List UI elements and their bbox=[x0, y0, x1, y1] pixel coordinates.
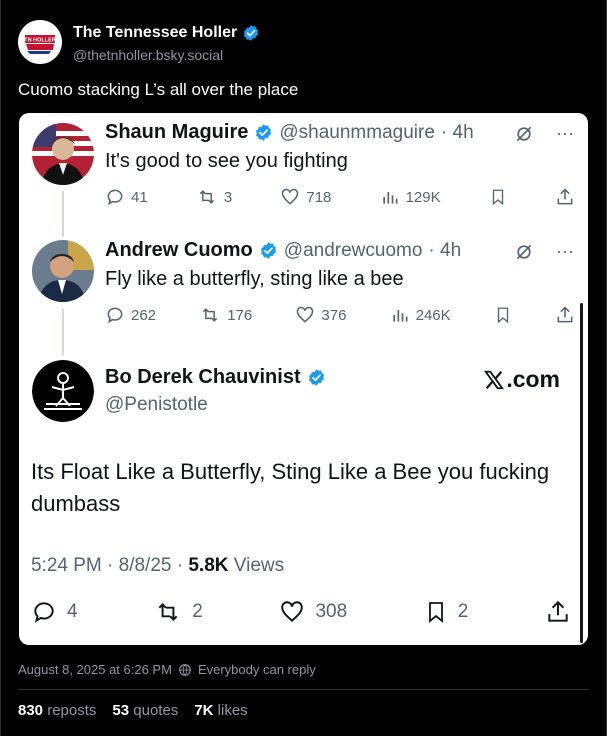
reposts-stat[interactable]: 830 reposts bbox=[18, 702, 96, 719]
repost-icon bbox=[203, 308, 218, 322]
heart-icon bbox=[282, 188, 299, 205]
verified-badge-icon bbox=[308, 369, 324, 386]
likes-stat[interactable]: 7K likes bbox=[194, 702, 247, 719]
more-icon: ··· bbox=[556, 123, 574, 143]
quote-views-count: 5.8K bbox=[188, 555, 229, 576]
reply-icon bbox=[34, 602, 54, 623]
bookmark-icon bbox=[428, 602, 443, 623]
tweet1-topright: ··· bbox=[514, 123, 574, 144]
reply-setting: Everybody can reply bbox=[197, 662, 316, 677]
bo-derek-chauvinist-avatar bbox=[32, 360, 94, 422]
tweet1-name: Shaun Maguire bbox=[105, 121, 249, 143]
tweet1-reply: 41 bbox=[105, 187, 148, 207]
quote-header: Bo Derek Chauvinist bbox=[105, 366, 326, 389]
divider bbox=[18, 689, 589, 690]
quote-share bbox=[545, 599, 571, 625]
bookmark-icon bbox=[497, 307, 509, 324]
tweet1-share bbox=[555, 187, 575, 207]
repost-icon bbox=[158, 603, 178, 621]
tweet2-topright: ··· bbox=[514, 241, 574, 262]
tn-holler-logo: TN HOLLER bbox=[18, 20, 62, 64]
quote-views-label: Views bbox=[228, 555, 285, 576]
quote-actions: 4 2 308 2 bbox=[31, 599, 571, 625]
tweet2-handle: @andrewcuomo bbox=[283, 239, 423, 261]
quote-repost: 2 bbox=[154, 599, 203, 625]
quote-reply: 4 bbox=[31, 599, 78, 625]
screenshot-scrollbar bbox=[580, 303, 583, 643]
andrew-cuomo-avatar bbox=[32, 240, 94, 302]
shaun-maguire-avatar bbox=[32, 123, 94, 185]
heart-icon bbox=[297, 306, 314, 323]
tweet2-like: 376 bbox=[295, 305, 346, 325]
tweet1-handle: @shaunmmaguire bbox=[279, 121, 435, 143]
quote-bookmark: 2 bbox=[424, 599, 468, 625]
svg-text:TN HOLLER: TN HOLLER bbox=[24, 38, 55, 44]
tweet2-reply: 262 bbox=[105, 305, 156, 325]
post-text: Cuomo stacking L’s all over the place bbox=[18, 80, 299, 99]
reply-icon bbox=[107, 307, 123, 324]
tweet1-header: Shaun Maguire @shaunmmaguire · 4h bbox=[105, 121, 474, 144]
quote-meta: 5:24 PM · 8/8/25 · 5.8K Views bbox=[31, 555, 284, 577]
repost-icon bbox=[199, 190, 215, 204]
quote-time: 5:24 PM · 8/8/25 · bbox=[31, 555, 189, 576]
tweet2-name: Andrew Cuomo bbox=[105, 239, 253, 261]
views-icon bbox=[392, 310, 408, 322]
bookmark-icon bbox=[492, 189, 503, 206]
tweet2-actions: 262 176 376 246K bbox=[105, 305, 575, 325]
author-avatar[interactable]: TN HOLLER bbox=[18, 20, 62, 64]
grok-icon bbox=[516, 126, 532, 141]
tweet1-time: · 4h bbox=[440, 121, 474, 143]
x-logo-icon bbox=[484, 370, 505, 389]
heart-icon bbox=[281, 601, 304, 622]
engagement-stats: 830 reposts 53 quotes 7K likes bbox=[18, 702, 248, 719]
views-icon bbox=[382, 192, 398, 204]
tweet2-text: Fly like a butterfly, sting like a bee bbox=[105, 268, 404, 290]
reply-icon bbox=[107, 189, 123, 206]
author-name[interactable]: The Tennessee Holler bbox=[73, 24, 237, 42]
share-icon bbox=[557, 306, 573, 323]
more-icon: ··· bbox=[556, 241, 574, 261]
quote-like: 308 bbox=[279, 599, 347, 625]
quote-handle: @Penistotle bbox=[105, 394, 208, 415]
thread-line bbox=[62, 309, 64, 355]
author-name-row[interactable]: The Tennessee Holler bbox=[73, 24, 260, 42]
quote-body: Its Float Like a Butterfly, Sting Like a… bbox=[31, 459, 550, 516]
tweet2-share bbox=[555, 305, 575, 325]
globe-reply-icon bbox=[179, 663, 191, 676]
tweet2-repost: 176 bbox=[199, 305, 252, 325]
x-com-text: .com bbox=[506, 366, 560, 392]
post-container: TN HOLLER The Tennessee Holler @thetnhol… bbox=[0, 0, 607, 736]
verified-badge-icon bbox=[260, 242, 276, 259]
tweet2-time: · 4h bbox=[428, 239, 462, 261]
verified-badge-icon bbox=[244, 25, 259, 41]
post-meta: August 8, 2025 at 6:26 PM Everybody can … bbox=[18, 662, 316, 677]
share-icon bbox=[548, 600, 568, 622]
tweet2-views: 246K bbox=[390, 305, 451, 325]
author-handle[interactable]: @thetnholler.bsky.social bbox=[73, 47, 223, 63]
quote-name: Bo Derek Chauvinist bbox=[105, 366, 301, 388]
thread-line bbox=[62, 191, 64, 237]
tweet1-repost: 3 bbox=[196, 187, 232, 207]
tweet2-bookmark bbox=[494, 305, 512, 325]
tweet1-views: 129K bbox=[380, 187, 441, 207]
x-com-watermark: .com bbox=[483, 366, 560, 393]
tweet1-text: It's good to see you fighting bbox=[105, 150, 348, 172]
tweet1-bookmark bbox=[489, 187, 507, 207]
tweet1-actions: 41 3 718 129K bbox=[105, 187, 575, 207]
quotes-stat[interactable]: 53 quotes bbox=[112, 702, 178, 719]
tweet1-like: 718 bbox=[280, 187, 331, 207]
grok-icon bbox=[516, 244, 532, 259]
verified-badge-icon bbox=[256, 124, 272, 141]
tweet2-header: Andrew Cuomo @andrewcuomo · 4h bbox=[105, 239, 461, 262]
post-timestamp[interactable]: August 8, 2025 at 6:26 PM bbox=[18, 662, 172, 677]
share-icon bbox=[557, 188, 573, 205]
embedded-screenshot[interactable]: Shaun Maguire @shaunmmaguire · 4h ··· It… bbox=[19, 113, 588, 645]
